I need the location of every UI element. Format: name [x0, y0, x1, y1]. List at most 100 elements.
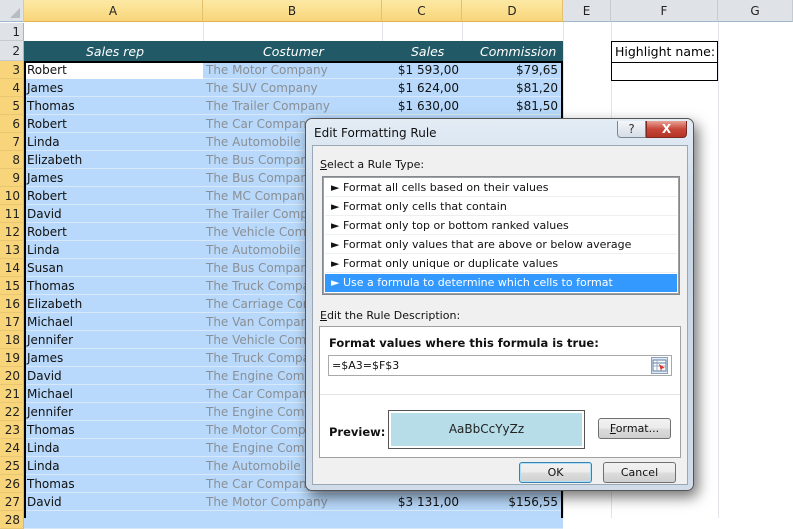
rule-description-panel: Format values where this formula is true…: [319, 326, 681, 458]
row-header[interactable]: 4: [0, 79, 24, 97]
help-icon: ?: [628, 122, 635, 136]
cell-sales-rep[interactable]: Elizabeth: [24, 151, 203, 169]
cell-commission[interactable]: $81,50: [462, 97, 561, 115]
row-header[interactable]: 28: [0, 511, 24, 529]
format-button[interactable]: Format...: [598, 418, 671, 439]
cell-sales[interactable]: $1 593,00: [382, 61, 462, 79]
table-row[interactable]: [24, 511, 563, 529]
row-header[interactable]: 2: [0, 41, 24, 61]
cell-sales-rep[interactable]: James: [24, 349, 203, 367]
help-button[interactable]: ?: [617, 121, 646, 138]
header-sales: Sales: [411, 44, 445, 59]
rule-type-list[interactable]: ► Format all cells based on their values…: [322, 176, 680, 295]
cell-sales-rep[interactable]: Robert: [24, 61, 203, 79]
cell-sales-rep[interactable]: Thomas: [24, 97, 203, 115]
cell-sales-rep[interactable]: James: [24, 169, 203, 187]
cell-sales-rep[interactable]: Thomas: [24, 277, 203, 295]
row-header[interactable]: 1: [0, 23, 24, 41]
row-header[interactable]: 6: [0, 115, 24, 133]
formula-input[interactable]: =$A3=$F$3: [328, 355, 672, 376]
row-header[interactable]: 10: [0, 187, 24, 205]
row-header[interactable]: 5: [0, 97, 24, 115]
close-button[interactable]: X: [646, 121, 687, 138]
cell-customer[interactable]: The Motor Company: [203, 61, 382, 79]
column-header-c[interactable]: C: [382, 0, 462, 22]
row-header[interactable]: 27: [0, 493, 24, 511]
row-header[interactable]: 22: [0, 403, 24, 421]
rule-type-option[interactable]: ► Format only top or bottom ranked value…: [325, 217, 677, 235]
row-header[interactable]: 3: [0, 61, 24, 79]
cell-sales-rep[interactable]: Thomas: [24, 475, 203, 493]
cell-commission[interactable]: $81,20: [462, 79, 561, 97]
row-header[interactable]: 24: [0, 439, 24, 457]
row-header[interactable]: 8: [0, 151, 24, 169]
row-header[interactable]: 13: [0, 241, 24, 259]
ok-button[interactable]: OK: [519, 462, 592, 483]
gridline: [718, 22, 719, 518]
cell-sales-rep[interactable]: Linda: [24, 241, 203, 259]
row-header[interactable]: 20: [0, 367, 24, 385]
cell-sales-rep[interactable]: James: [24, 79, 203, 97]
row-header[interactable]: 12: [0, 223, 24, 241]
cell-commission[interactable]: $156,55: [462, 493, 561, 511]
cell-sales-rep[interactable]: Susan: [24, 259, 203, 277]
rule-type-label: Select a Rule Type:: [320, 158, 425, 171]
close-icon: X: [661, 122, 672, 136]
cell-sales-rep[interactable]: Elizabeth: [24, 295, 203, 313]
row-header[interactable]: 18: [0, 331, 24, 349]
column-header-b[interactable]: B: [203, 0, 382, 22]
column-header-g[interactable]: G: [718, 0, 793, 22]
formula-label: Format values where this formula is true…: [329, 336, 599, 350]
cell-sales-rep[interactable]: David: [24, 205, 203, 223]
cell-sales-rep[interactable]: Robert: [24, 115, 203, 133]
column-header-d[interactable]: D: [462, 0, 563, 22]
row-header[interactable]: 23: [0, 421, 24, 439]
column-header-f[interactable]: F: [611, 0, 718, 22]
cell-sales-rep[interactable]: Linda: [24, 439, 203, 457]
cancel-button[interactable]: Cancel: [603, 462, 676, 483]
cell-sales[interactable]: $1 630,00: [382, 97, 462, 115]
row-header[interactable]: 9: [0, 169, 24, 187]
highlight-name-input[interactable]: [612, 63, 717, 81]
header-sales-rep: Sales rep: [86, 44, 145, 59]
cell-sales-rep[interactable]: David: [24, 367, 203, 385]
cell-sales-rep[interactable]: Linda: [24, 457, 203, 475]
cell-sales-rep[interactable]: Jennifer: [24, 331, 203, 349]
rule-type-option[interactable]: ► Format only values that are above or b…: [325, 236, 677, 254]
rule-description-label: Edit the Rule Description:: [320, 309, 461, 322]
cell-customer[interactable]: The Trailer Company: [203, 97, 382, 115]
row-header[interactable]: 21: [0, 385, 24, 403]
rule-type-option[interactable]: ► Use a formula to determine which cells…: [325, 274, 677, 292]
cell-sales-rep[interactable]: Linda: [24, 133, 203, 151]
row-header[interactable]: 14: [0, 259, 24, 277]
column-header-a[interactable]: A: [24, 0, 203, 22]
cell-sales-rep[interactable]: Jennifer: [24, 403, 203, 421]
rule-type-option[interactable]: ► Format only unique or duplicate values: [325, 255, 677, 273]
column-header-e[interactable]: E: [563, 0, 611, 22]
row-header[interactable]: 17: [0, 313, 24, 331]
cell-sales-rep[interactable]: Robert: [24, 187, 203, 205]
range-selector-button[interactable]: [651, 357, 668, 374]
header-commission: Commission: [480, 44, 557, 59]
cell-customer[interactable]: The Motor Company: [203, 493, 382, 511]
row-header[interactable]: 16: [0, 295, 24, 313]
cell-sales[interactable]: $1 624,00: [382, 79, 462, 97]
rule-type-option[interactable]: ► Format only cells that contain: [325, 198, 677, 216]
row-header[interactable]: 26: [0, 475, 24, 493]
table-header-row: Sales rep Costumer Sales Commission: [24, 41, 563, 61]
cell-commission[interactable]: $79,65: [462, 61, 561, 79]
row-header[interactable]: 15: [0, 277, 24, 295]
cell-sales-rep[interactable]: Michael: [24, 313, 203, 331]
cell-sales-rep[interactable]: Michael: [24, 385, 203, 403]
cell-sales-rep[interactable]: Thomas: [24, 421, 203, 439]
row-header[interactable]: 25: [0, 457, 24, 475]
row-header[interactable]: 11: [0, 205, 24, 223]
select-all-corner[interactable]: [0, 0, 24, 22]
rule-type-option[interactable]: ► Format all cells based on their values: [325, 179, 677, 197]
row-header[interactable]: 19: [0, 349, 24, 367]
cell-sales-rep[interactable]: Robert: [24, 223, 203, 241]
cell-sales[interactable]: $3 131,00: [382, 493, 462, 511]
row-header[interactable]: 7: [0, 133, 24, 151]
cell-sales-rep[interactable]: David: [24, 493, 203, 511]
cell-customer[interactable]: The SUV Company: [203, 79, 382, 97]
